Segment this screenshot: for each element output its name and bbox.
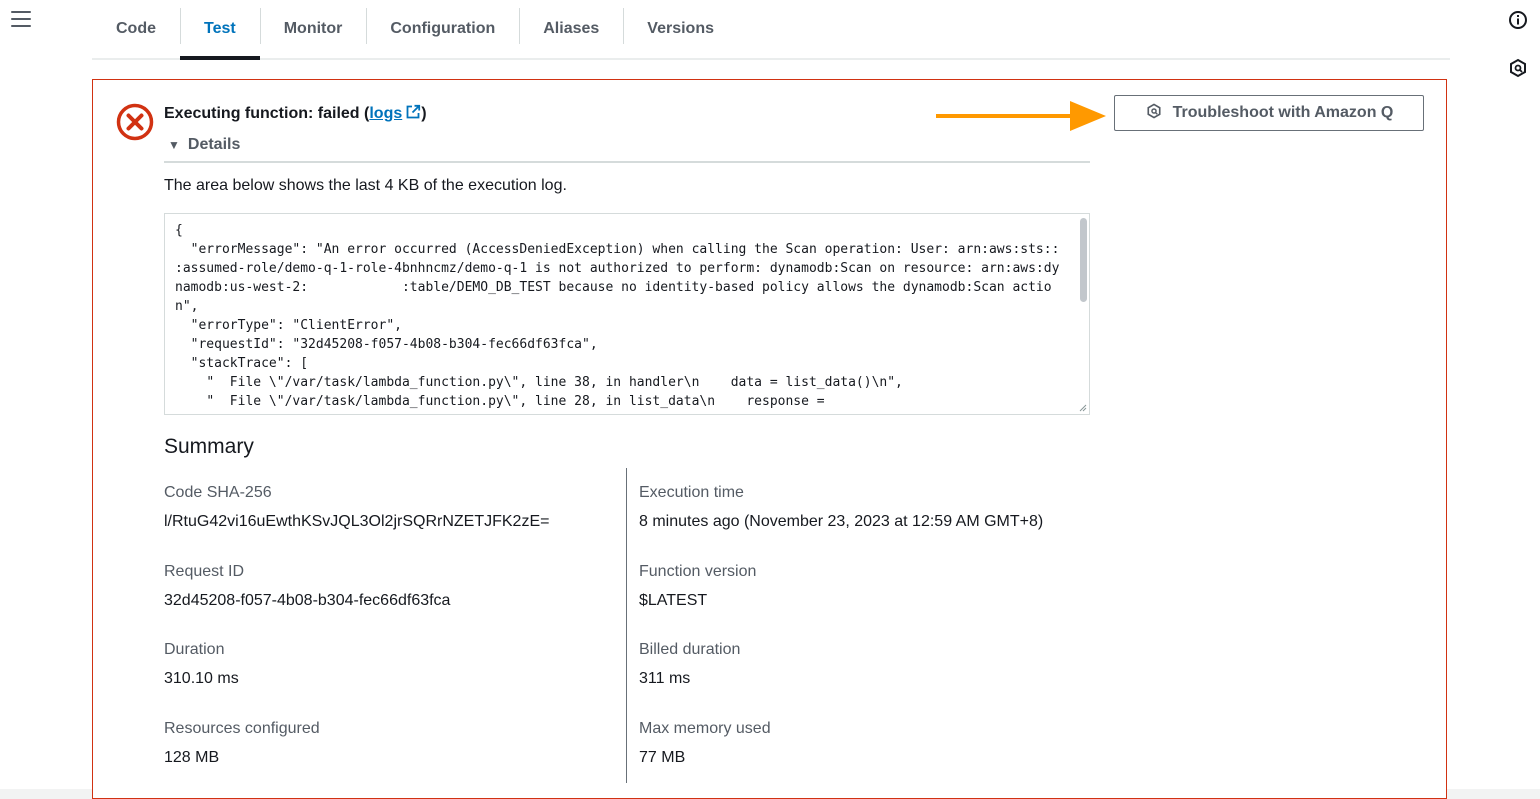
execution-log-area[interactable]: { "errorMessage": "An error occurred (Ac… xyxy=(164,213,1090,415)
status-close: ) xyxy=(421,105,427,122)
field-label: Duration xyxy=(164,641,225,658)
tab-test[interactable]: Test xyxy=(180,0,260,60)
logs-link[interactable]: logs xyxy=(369,104,421,125)
field-label: Billed duration xyxy=(639,641,741,658)
field-label: Max memory used xyxy=(639,720,771,737)
field-value: 128 MB xyxy=(164,749,220,766)
code-sha-field: Code SHA-256 l/RtuG42vi16uEwthKSvJQL3Ol2… xyxy=(164,484,549,531)
execution-status: Executing function: failed (logs) xyxy=(164,104,427,125)
orange-arrow-annotation xyxy=(936,101,1106,131)
function-tabs: Code Test Monitor Configuration Aliases … xyxy=(92,0,1450,60)
resources-configured-field: Resources configured 128 MB xyxy=(164,720,320,767)
summary-column-divider xyxy=(626,468,627,783)
summary-heading: Summary xyxy=(164,435,254,458)
caret-down-icon: ▼ xyxy=(168,138,180,152)
execution-log-text: { "errorMessage": "An error occurred (Ac… xyxy=(175,223,1060,409)
max-memory-field: Max memory used 77 MB xyxy=(639,720,771,767)
tab-aliases[interactable]: Aliases xyxy=(519,0,623,58)
field-label: Execution time xyxy=(639,484,744,501)
info-icon[interactable] xyxy=(1507,9,1529,31)
log-scrollbar[interactable] xyxy=(1080,218,1087,302)
field-value: 77 MB xyxy=(639,749,686,766)
tab-configuration[interactable]: Configuration xyxy=(366,0,519,58)
troubleshoot-label: Troubleshoot with Amazon Q xyxy=(1172,104,1394,121)
duration-field: Duration 310.10 ms xyxy=(164,641,239,688)
amazon-q-icon xyxy=(1145,102,1163,125)
field-value: $LATEST xyxy=(639,592,708,609)
right-tools-rail xyxy=(1495,0,1540,789)
field-value: 310.10 ms xyxy=(164,670,239,687)
execution-time-field: Execution time 8 minutes ago (November 2… xyxy=(639,484,1043,531)
log-caption: The area below shows the last 4 KB of th… xyxy=(164,177,567,194)
amazon-q-icon[interactable] xyxy=(1507,57,1529,79)
request-id-field: Request ID 32d45208-f057-4b08-b304-fec66… xyxy=(164,563,450,610)
field-value: l/RtuG42vi16uEwthKSvJQL3Ol2jrSQRrNZETJFK… xyxy=(164,513,550,530)
tab-versions[interactable]: Versions xyxy=(623,0,738,58)
field-label: Code SHA-256 xyxy=(164,484,272,501)
execution-result-panel: Executing function: failed (logs) ▼ Detai… xyxy=(92,79,1447,799)
main-content: Code Test Monitor Configuration Aliases … xyxy=(44,0,1496,799)
tab-code[interactable]: Code xyxy=(92,0,180,58)
resize-handle-icon[interactable] xyxy=(1079,404,1087,412)
status-text: Executing function: failed ( xyxy=(164,105,370,122)
troubleshoot-amazon-q-button[interactable]: Troubleshoot with Amazon Q xyxy=(1114,95,1424,131)
tab-monitor[interactable]: Monitor xyxy=(259,0,367,58)
function-version-field: Function version $LATEST xyxy=(639,563,756,610)
field-value: 311 ms xyxy=(639,670,691,687)
field-value: 8 minutes ago (November 23, 2023 at 12:5… xyxy=(639,513,1044,530)
billed-duration-field: Billed duration 311 ms xyxy=(639,641,740,688)
error-circle-icon xyxy=(115,102,155,142)
details-label: Details xyxy=(187,136,241,153)
hamburger-menu-icon[interactable] xyxy=(11,11,31,29)
field-label: Request ID xyxy=(164,563,245,580)
field-label: Resources configured xyxy=(164,720,320,737)
details-divider xyxy=(164,161,1090,163)
details-expander[interactable]: ▼ Details xyxy=(168,136,240,154)
field-value: 32d45208-f057-4b08-b304-fec66df63fca xyxy=(164,592,451,609)
left-navigation-rail xyxy=(0,0,45,789)
external-link-icon xyxy=(405,104,421,125)
field-label: Function version xyxy=(639,563,757,580)
